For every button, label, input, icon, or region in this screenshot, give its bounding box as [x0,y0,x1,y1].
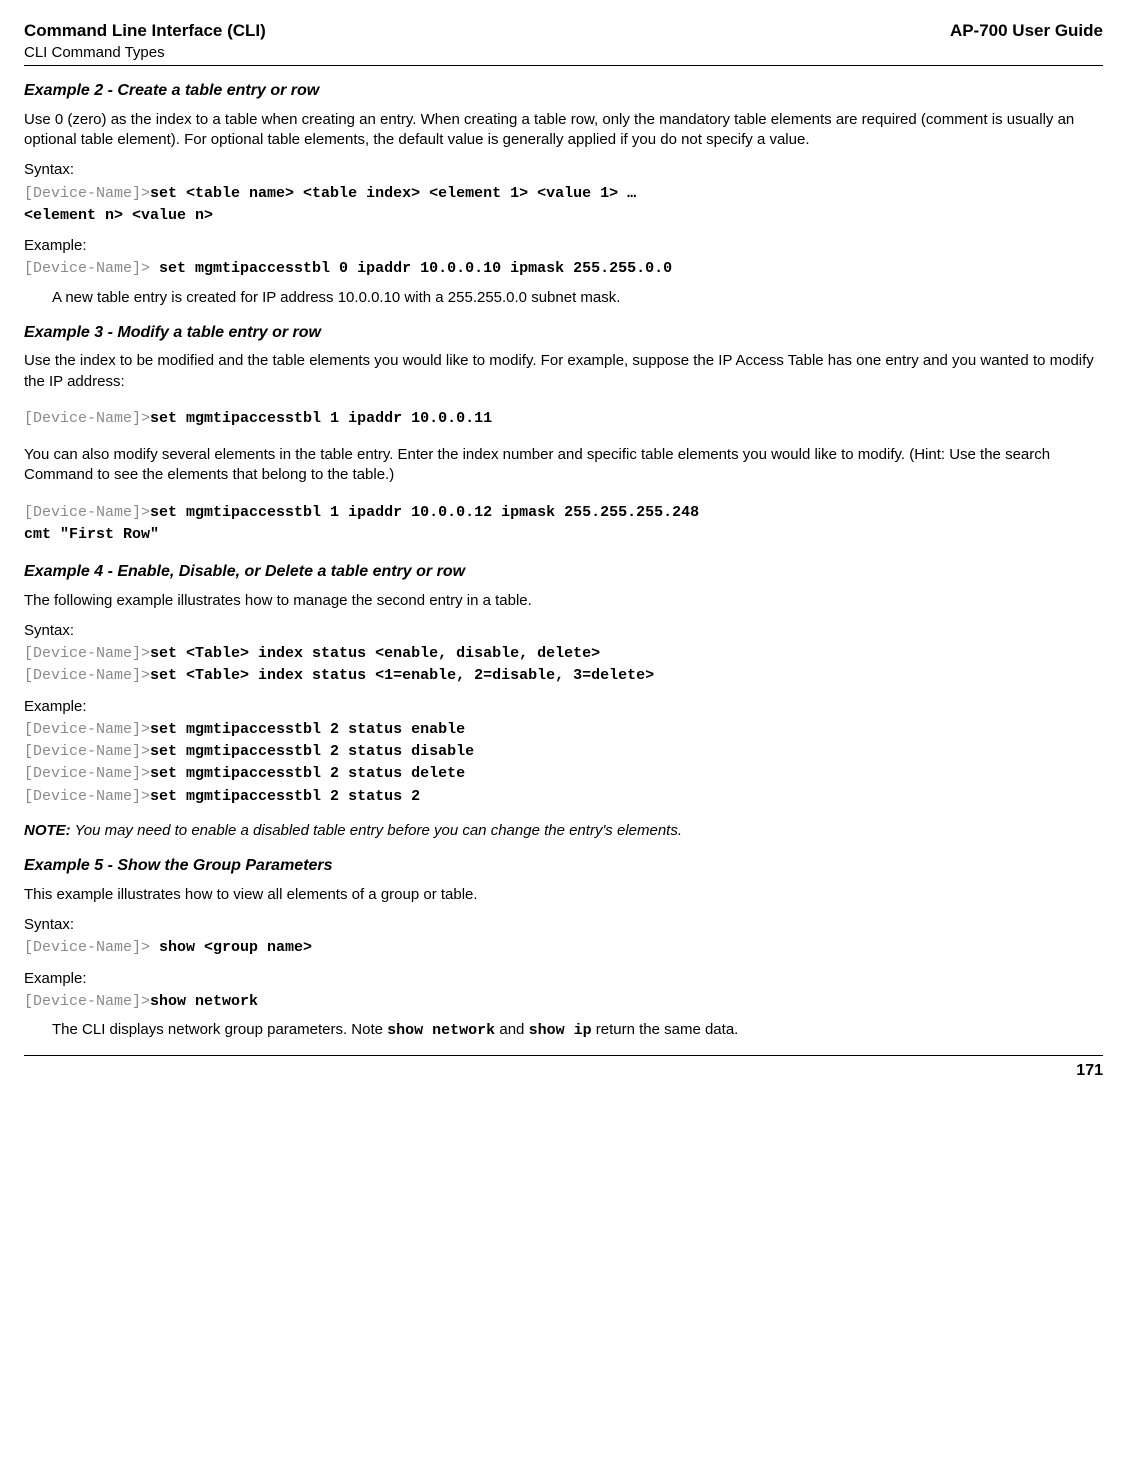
syntax-label: Syntax: [24,160,1103,180]
page-number: 171 [1076,1062,1103,1079]
syntax-line: [Device-Name]>set <Table> index status <… [24,643,1103,664]
text-segment: The CLI displays network group parameter… [52,1021,387,1038]
example-2-description: Use 0 (zero) as the index to a table whe… [24,110,1103,151]
doc-section-title: Command Line Interface (CLI) [24,20,266,43]
page-header: Command Line Interface (CLI) CLI Command… [24,20,1103,66]
cli-command: show network [150,993,258,1010]
header-left: Command Line Interface (CLI) CLI Command… [24,20,266,63]
example-line: [Device-Name]>set mgmtipaccesstbl 2 stat… [24,741,1103,762]
example-2-example-block: Example: [Device-Name]> set mgmtipaccess… [24,236,1103,280]
page-footer: 171 [24,1055,1103,1082]
cli-prompt: [Device-Name]> [24,410,150,427]
example-line: [Device-Name]>show network [24,991,1103,1012]
syntax-line: [Device-Name]>set <table name> <table in… [24,183,1103,204]
cli-command: set <Table> index status <1=enable, 2=di… [150,667,654,684]
cli-command: set mgmtipaccesstbl 2 status delete [150,765,465,782]
cli-prompt: [Device-Name]> [24,788,150,805]
cli-prompt: [Device-Name]> [24,504,150,521]
cli-command: set mgmtipaccesstbl 1 ipaddr 10.0.0.12 i… [150,504,699,521]
cli-command: set mgmtipaccesstbl 2 status 2 [150,788,420,805]
example-3-description: Use the index to be modified and the tab… [24,351,1103,392]
example-4-example-block: Example: [Device-Name]>set mgmtipaccesst… [24,697,1103,807]
doc-guide-title: AP-700 User Guide [950,20,1103,63]
cmd-line: [Device-Name]>set mgmtipaccesstbl 1 ipad… [24,408,1103,429]
cmd-line: [Device-Name]>set mgmtipaccesstbl 1 ipad… [24,502,1103,523]
example-3-description-2: You can also modify several elements in … [24,445,1103,486]
cli-prompt: [Device-Name]> [24,721,150,738]
syntax-label: Syntax: [24,621,1103,641]
cmd-line: cmt "First Row" [24,524,1103,545]
example-2-title: Example 2 - Create a table entry or row [24,80,1103,102]
example-label: Example: [24,697,1103,717]
example-label: Example: [24,236,1103,256]
example-5-after: The CLI displays network group parameter… [52,1020,1103,1041]
cli-prompt: [Device-Name]> [24,260,159,277]
inline-command: show ip [529,1022,592,1039]
example-3-cmd1-block: [Device-Name]>set mgmtipaccesstbl 1 ipad… [24,408,1103,429]
cli-prompt: [Device-Name]> [24,743,150,760]
cli-command: set mgmtipaccesstbl 2 status enable [150,721,465,738]
syntax-line: [Device-Name]> show <group name> [24,937,1103,958]
example-4-title: Example 4 - Enable, Disable, or Delete a… [24,561,1103,583]
syntax-line: <element n> <value n> [24,205,1103,226]
syntax-label: Syntax: [24,915,1103,935]
note-text: You may need to enable a disabled table … [71,822,682,839]
example-3-cmd2-block: [Device-Name]>set mgmtipaccesstbl 1 ipad… [24,502,1103,546]
cli-prompt: [Device-Name]> [24,645,150,662]
example-4-note: NOTE: You may need to enable a disabled … [24,821,1103,841]
cli-prompt: [Device-Name]> [24,765,150,782]
cli-command: set mgmtipaccesstbl 0 ipaddr 10.0.0.10 i… [159,260,672,277]
cli-prompt: [Device-Name]> [24,185,150,202]
example-3-title: Example 3 - Modify a table entry or row [24,322,1103,344]
cli-prompt: [Device-Name]> [24,939,159,956]
example-line: [Device-Name]>set mgmtipaccesstbl 2 stat… [24,786,1103,807]
syntax-line: [Device-Name]>set <Table> index status <… [24,665,1103,686]
example-5-title: Example 5 - Show the Group Parameters [24,855,1103,877]
example-line: [Device-Name]>set mgmtipaccesstbl 2 stat… [24,719,1103,740]
inline-command: show network [387,1022,495,1039]
text-segment: and [495,1021,528,1038]
example-5-syntax-block: Syntax: [Device-Name]> show <group name> [24,915,1103,959]
example-4-syntax-block: Syntax: [Device-Name]>set <Table> index … [24,621,1103,687]
example-2-after: A new table entry is created for IP addr… [52,288,1103,308]
example-line: [Device-Name]>set mgmtipaccesstbl 2 stat… [24,763,1103,784]
note-label: NOTE: [24,822,71,839]
cli-prompt: [Device-Name]> [24,993,150,1010]
cli-command: <element n> <value n> [24,207,213,224]
example-5-example-block: Example: [Device-Name]>show network [24,969,1103,1013]
cli-command: set <table name> <table index> <element … [150,185,636,202]
cli-command: cmt "First Row" [24,526,159,543]
text-segment: return the same data. [592,1021,739,1038]
doc-subsection-title: CLI Command Types [24,43,266,63]
cli-command: set mgmtipaccesstbl 1 ipaddr 10.0.0.11 [150,410,492,427]
example-2-syntax-block: Syntax: [Device-Name]>set <table name> <… [24,160,1103,226]
cli-command: set mgmtipaccesstbl 2 status disable [150,743,474,760]
cli-command: show <group name> [159,939,312,956]
cli-command: set <Table> index status <enable, disabl… [150,645,600,662]
cli-prompt: [Device-Name]> [24,667,150,684]
example-line: [Device-Name]> set mgmtipaccesstbl 0 ipa… [24,258,1103,279]
example-label: Example: [24,969,1103,989]
example-5-description: This example illustrates how to view all… [24,885,1103,905]
example-4-description: The following example illustrates how to… [24,591,1103,611]
